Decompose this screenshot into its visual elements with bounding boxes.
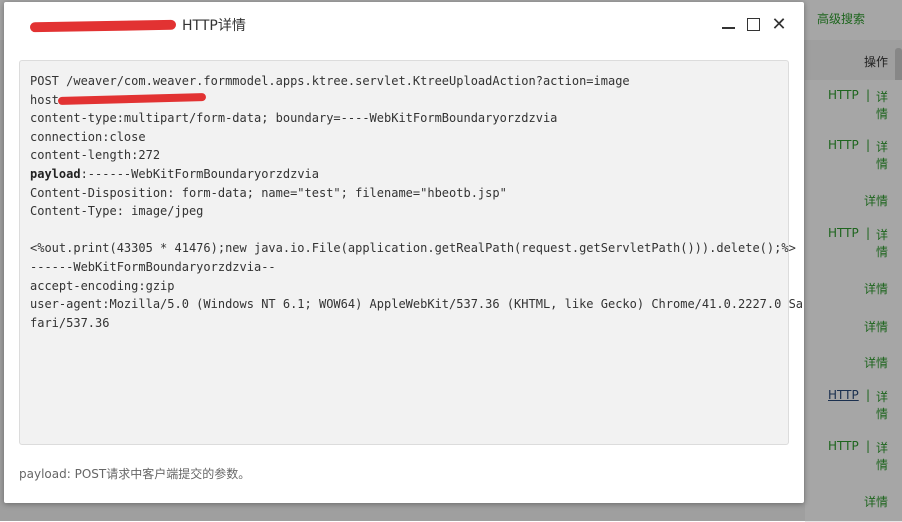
minimize-button[interactable] (720, 16, 738, 34)
code-line: user-agent:Mozilla/5.0 (Windows NT 6.1; … (30, 297, 804, 311)
code-line: payload:------WebKitFormBoundaryorzdzvia (30, 166, 319, 182)
payload-hint: payload: POST请求中客户端提交的参数。 (19, 467, 251, 481)
code-line: fari/537.36 (30, 316, 110, 330)
request-content-box[interactable]: POST /weaver/com.weaver.formmodel.apps.k… (19, 60, 803, 445)
code-line: <%out.print(43305 * 41476);new java.io.F… (30, 241, 796, 255)
payload-value: :------WebKitFormBoundaryorzdzvia (80, 167, 319, 181)
code-line: connection:close (30, 130, 146, 144)
code-line: POST /weaver/com.weaver.formmodel.apps.k… (30, 74, 630, 88)
dialog-title-text: HTTP详情 (182, 18, 246, 34)
redaction-mark (29, 19, 177, 33)
http-detail-dialog: HTTP详情 ✕ POST /weaver/com.weaver.formmod… (4, 2, 804, 503)
code-line: content-type:multipart/form-data; bounda… (30, 111, 558, 125)
redaction-mark (57, 93, 207, 105)
code-line: Content-Type: image/jpeg (30, 204, 204, 218)
close-icon: ✕ (771, 14, 787, 35)
maximize-icon (747, 18, 760, 31)
dialog-title: HTTP详情 (29, 15, 246, 35)
maximize-button[interactable] (745, 16, 763, 34)
code-line: Content-Disposition: form-data; name="te… (30, 186, 507, 200)
payload-label: payload (30, 167, 81, 181)
code-line: content-length:272 (30, 148, 161, 162)
close-button[interactable]: ✕ (770, 16, 788, 34)
code-line: accept-encoding:gzip (30, 279, 175, 293)
code-line: ------WebKitFormBoundaryorzdzvia-- (30, 260, 276, 274)
